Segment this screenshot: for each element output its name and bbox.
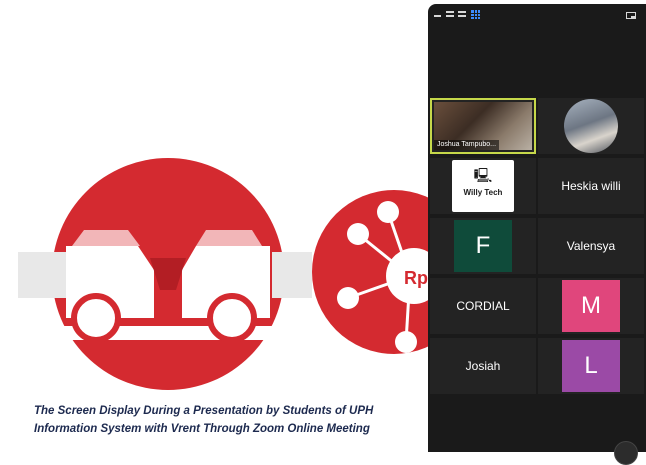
- avatar: [564, 99, 618, 153]
- exit-fullscreen-icon[interactable]: [626, 12, 636, 19]
- participant-name: Joshua Tampubo...: [434, 140, 500, 150]
- zoom-gallery-panel: Joshua Tampubo... 🖳 Willy Tech Heskia wi…: [428, 4, 646, 452]
- collision-illustration: [18, 158, 312, 390]
- participant-tile-photo[interactable]: [538, 98, 644, 154]
- participant-tile-willy-tech[interactable]: 🖳 Willy Tech: [430, 158, 536, 214]
- participant-name: Valensya: [566, 239, 616, 253]
- caption-line-2: Information System with Vrent Through Zo…: [34, 423, 370, 435]
- speaker-view-icon[interactable]: [446, 11, 454, 17]
- minimize-icon[interactable]: [434, 15, 441, 17]
- more-options-button[interactable]: [614, 441, 638, 465]
- participant-name: Heskia willi: [561, 179, 621, 193]
- avatar: F: [454, 220, 512, 272]
- participant-tile-m[interactable]: M: [538, 278, 644, 334]
- strip-view-icon[interactable]: [458, 11, 466, 17]
- participant-tile-f[interactable]: F: [430, 218, 536, 274]
- profile-logo: 🖳 Willy Tech: [452, 160, 514, 212]
- zoom-toolbar: [428, 4, 646, 26]
- participant-tile-heskia[interactable]: Heskia willi: [538, 158, 644, 214]
- avatar: L: [562, 340, 620, 392]
- figure-caption: The Screen Display During a Presentation…: [34, 402, 514, 438]
- caption-line-1: The Screen Display During a Presentation…: [34, 405, 374, 417]
- gallery-view-icon[interactable]: [471, 10, 480, 19]
- participant-tile-joshua[interactable]: Joshua Tampubo...: [430, 98, 536, 154]
- network-center-label: Rp: [404, 268, 428, 288]
- computer-icon: 🖳: [473, 167, 493, 183]
- avatar: M: [562, 280, 620, 332]
- participant-tile-cordial[interactable]: CORDIAL: [430, 278, 536, 334]
- participant-tile-valensya[interactable]: Valensya: [538, 218, 644, 274]
- participant-tile-l[interactable]: L: [538, 338, 644, 394]
- participant-tile-josiah[interactable]: Josiah: [430, 338, 536, 394]
- participant-name: CORDIAL: [456, 299, 510, 313]
- participant-name: Josiah: [465, 359, 501, 373]
- logo-text: Willy Tech: [463, 188, 503, 197]
